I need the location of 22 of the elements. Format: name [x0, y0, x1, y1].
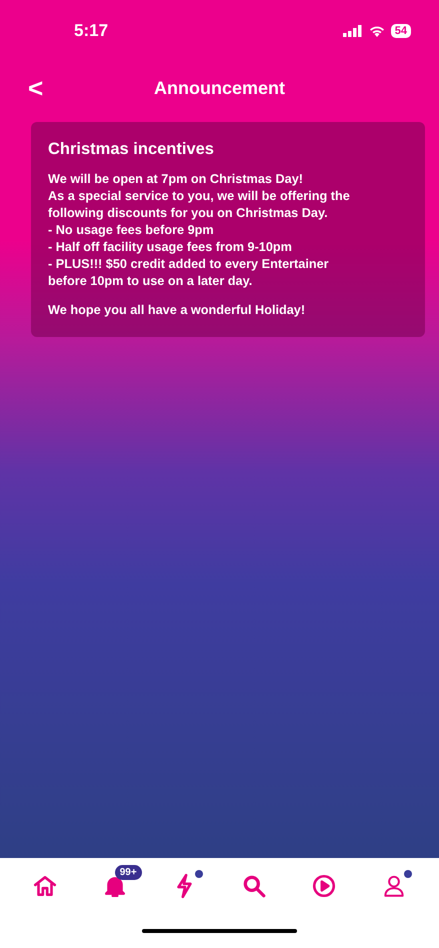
play-icon	[311, 873, 338, 899]
announcement-text: We hope you all have a wonderful Holiday!	[48, 302, 306, 319]
announcement-text: following discounts for you on Christmas Day.	[48, 205, 329, 222]
signal-icon	[342, 25, 363, 37]
announcement-text: As a special service to you, we will be offering the	[48, 188, 351, 205]
home-icon	[32, 873, 58, 899]
search-icon	[241, 873, 268, 899]
announcement-text: - No usage fees before 9pm	[48, 222, 215, 239]
announcement-text: - PLUS!!! $50 credit added to every Entertainer	[48, 256, 330, 273]
tab-bar-item[interactable]: 99+	[84, 863, 145, 909]
notification-count: 99+	[114, 865, 142, 880]
wifi-icon	[368, 25, 385, 37]
battery-level: 54	[390, 24, 411, 38]
announcement-title: Christmas incentives	[48, 140, 215, 159]
notification-dot	[404, 870, 412, 878]
notification-dot	[194, 870, 203, 878]
status-time: 5:17	[74, 21, 108, 41]
back-button[interactable]: <	[22, 72, 50, 104]
announcement-text: before 10pm to use on a later day.	[48, 273, 254, 290]
announcement-text: We will be open at 7pm on Christmas Day!	[48, 171, 304, 188]
page-title: Announcement	[154, 78, 285, 98]
announcement-text: - Half off facility usage fees from 9-10pm	[48, 239, 293, 256]
